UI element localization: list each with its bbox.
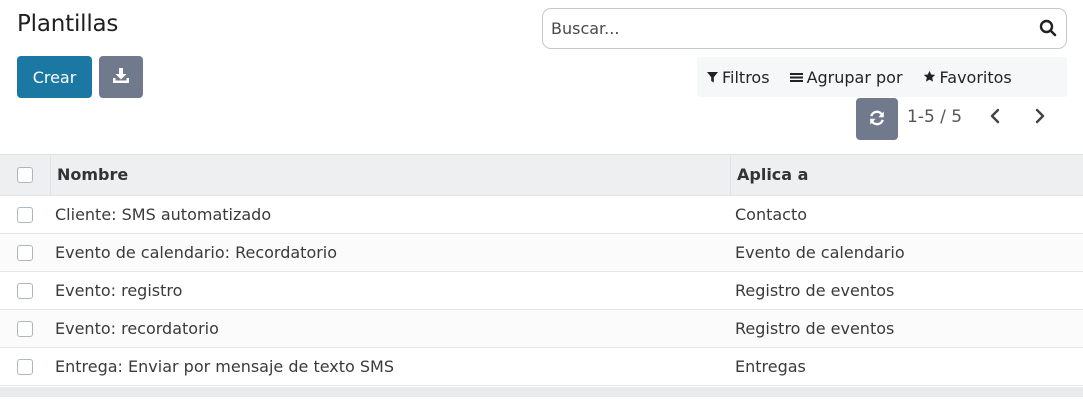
table-row[interactable]: Cliente: SMS automatizado Contacto	[0, 196, 1083, 234]
cell-applies-to: Contacto	[735, 205, 808, 224]
search-box[interactable]	[542, 8, 1067, 49]
chevron-right-icon	[1035, 108, 1045, 128]
search-panel-toggles: Filtros Agrupar por Favoritos	[697, 57, 1067, 97]
group-by-label: Agrupar por	[806, 67, 903, 87]
row-checkbox[interactable]	[17, 321, 33, 337]
cell-name: Evento: registro	[55, 281, 183, 300]
page-title: Plantillas	[17, 11, 119, 37]
favorites-toggle[interactable]: Favoritos	[913, 57, 1022, 97]
cell-name: Cliente: SMS automatizado	[55, 205, 272, 224]
cell-applies-to: Registro de eventos	[735, 319, 895, 338]
pager-value[interactable]: 1-5 / 5	[907, 107, 962, 127]
row-checkbox[interactable]	[17, 283, 33, 299]
download-icon	[112, 67, 130, 88]
favorites-label: Favoritos	[939, 67, 1012, 87]
create-button[interactable]: Crear	[17, 56, 92, 98]
row-checkbox[interactable]	[17, 245, 33, 261]
column-header-applies-to[interactable]: Aplica a	[737, 155, 808, 195]
star-icon	[923, 68, 940, 87]
filters-label: Filtros	[722, 67, 770, 87]
group-by-toggle[interactable]: Agrupar por	[780, 57, 913, 97]
column-divider	[50, 155, 51, 195]
filters-toggle[interactable]: Filtros	[697, 57, 780, 97]
table-row[interactable]: Evento: recordatorio Registro de eventos	[0, 310, 1083, 348]
table-footer	[0, 387, 1083, 397]
list-icon	[789, 68, 807, 87]
search-icon[interactable]	[1039, 19, 1057, 37]
filter-icon	[707, 68, 722, 87]
table-row[interactable]: Evento de calendario: Recordatorio Event…	[0, 234, 1083, 272]
pager-previous-button[interactable]	[985, 107, 1005, 129]
cell-name: Evento de calendario: Recordatorio	[55, 243, 338, 262]
select-all-checkbox[interactable]	[17, 167, 33, 183]
search-input[interactable]	[551, 9, 1031, 48]
row-checkbox[interactable]	[17, 207, 33, 223]
pager-next-button[interactable]	[1030, 107, 1050, 129]
cell-name: Entrega: Enviar por mensaje de texto SMS	[55, 357, 395, 376]
chevron-left-icon	[990, 108, 1000, 128]
row-checkbox[interactable]	[17, 359, 33, 375]
table-header: Nombre Aplica a	[0, 154, 1083, 196]
column-header-name[interactable]: Nombre	[57, 155, 128, 195]
refresh-button[interactable]	[856, 98, 898, 140]
refresh-icon	[868, 109, 886, 130]
cell-name: Evento: recordatorio	[55, 319, 219, 338]
table-row[interactable]: Evento: registro Registro de eventos	[0, 272, 1083, 310]
download-button[interactable]	[99, 56, 143, 98]
cell-applies-to: Registro de eventos	[735, 281, 895, 300]
cell-applies-to: Entregas	[735, 357, 806, 376]
table-row[interactable]: Entrega: Enviar por mensaje de texto SMS…	[0, 348, 1083, 386]
cell-applies-to: Evento de calendario	[735, 243, 905, 262]
column-divider	[730, 155, 731, 195]
